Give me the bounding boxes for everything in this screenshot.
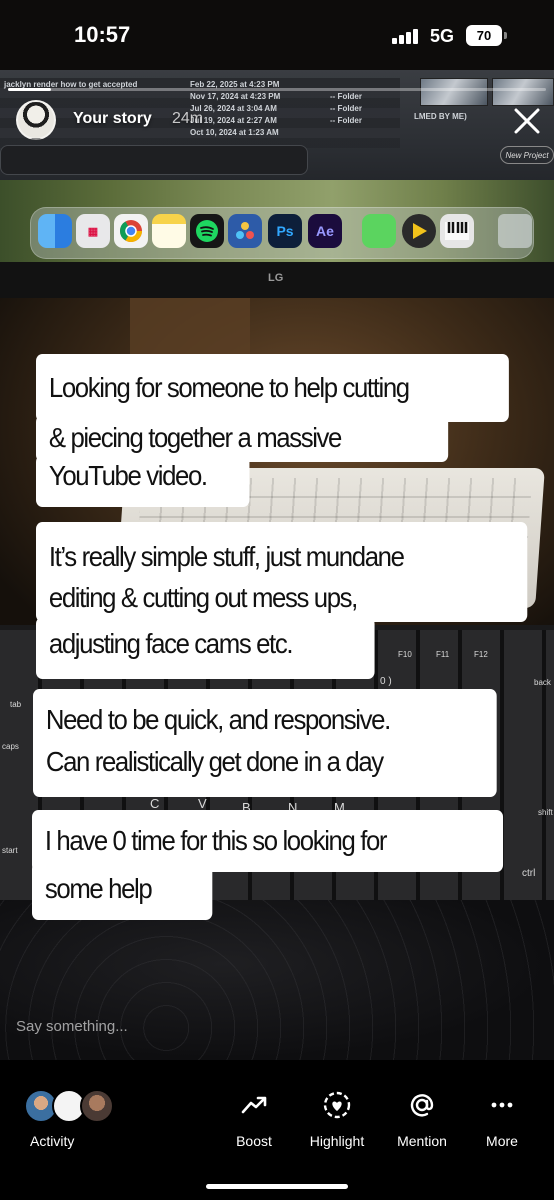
viewer-avatar[interactable] bbox=[80, 1089, 114, 1123]
mention-button[interactable]: Mention bbox=[377, 1090, 467, 1149]
caption-line: some help bbox=[44, 873, 153, 904]
key-label: C bbox=[150, 796, 160, 811]
cellular-signal-icon bbox=[392, 28, 422, 44]
status-time: 10:57 bbox=[74, 22, 131, 47]
key-label: V bbox=[198, 796, 207, 811]
key-label: tab bbox=[10, 700, 22, 709]
story-owner[interactable]: Your story bbox=[73, 110, 152, 128]
close-button[interactable] bbox=[510, 104, 544, 138]
caption-line: adjusting face cams etc. bbox=[48, 628, 294, 659]
finder-row: Oct 10, 2024 at 1:23 AM bbox=[190, 128, 279, 137]
activity-button[interactable]: Activity bbox=[30, 1133, 74, 1149]
highlight-label: Highlight bbox=[309, 1133, 365, 1149]
heart-circle-icon bbox=[323, 1091, 351, 1119]
highlight-button[interactable]: Highlight bbox=[292, 1090, 382, 1149]
key-label: start bbox=[2, 846, 18, 855]
close-icon bbox=[514, 108, 540, 134]
desk-mat-pattern bbox=[0, 900, 554, 1060]
boost-label: Boost bbox=[236, 1133, 272, 1149]
video-thumbnail bbox=[420, 78, 488, 106]
caption-line: Can realistically get done in a day bbox=[45, 746, 384, 777]
more-dots-icon bbox=[491, 1102, 513, 1108]
piano-app-icon bbox=[440, 214, 474, 248]
story-progress-bar bbox=[8, 88, 546, 91]
home-indicator[interactable] bbox=[206, 1184, 348, 1189]
caption-line: YouTube video. bbox=[48, 460, 208, 491]
story-progress-fill bbox=[8, 88, 52, 91]
video-thumbnail bbox=[492, 78, 554, 106]
cardboard-box bbox=[130, 298, 250, 358]
final-cut-app-icon bbox=[402, 214, 436, 248]
caption-line: Looking for someone to help cutting bbox=[48, 372, 410, 403]
new-project-button: New Project bbox=[500, 146, 554, 164]
network-type: 5G bbox=[430, 26, 455, 46]
finder-search-bar bbox=[0, 145, 308, 175]
battery-nub bbox=[504, 32, 507, 39]
key-label: back bbox=[534, 678, 551, 687]
caption-line: editing & cutting out mess ups, bbox=[48, 582, 358, 613]
caption-bubble: Need to be quick, and responsive. Can re… bbox=[33, 689, 497, 797]
caption-bubble: YouTube video. bbox=[36, 455, 250, 507]
story-timestamp: 24m bbox=[172, 110, 204, 127]
battery-icon: 70 bbox=[466, 25, 502, 46]
chrome-app-icon bbox=[114, 214, 148, 248]
key-label: F11 bbox=[436, 650, 450, 659]
caption-bubble: Looking for someone to help cutting bbox=[36, 354, 509, 422]
avatar[interactable] bbox=[16, 100, 56, 140]
caption-line: Need to be quick, and responsive. bbox=[45, 704, 391, 735]
caption-line: It’s really simple stuff, just mundane bbox=[48, 541, 405, 572]
mention-label: Mention bbox=[397, 1133, 447, 1149]
key-label: F10 bbox=[398, 650, 412, 659]
key-label: ctrl bbox=[522, 868, 536, 879]
spotify-app-icon bbox=[190, 214, 224, 248]
boost-button[interactable]: Boost bbox=[209, 1090, 299, 1149]
messages-app-icon bbox=[362, 214, 396, 248]
key-label: F12 bbox=[474, 650, 488, 659]
trending-up-icon bbox=[241, 1096, 267, 1114]
davinci-resolve-app-icon bbox=[228, 214, 262, 248]
caption-bubble: adjusting face cams etc. bbox=[36, 617, 375, 679]
status-bar: 10:57 5G 70 bbox=[0, 0, 554, 70]
photoshop-app-icon: Ps bbox=[268, 214, 302, 248]
key-label: shift bbox=[538, 808, 553, 817]
after-effects-app-icon: Ae bbox=[308, 214, 342, 248]
finder-app-icon bbox=[38, 214, 72, 248]
key-label: 0 ) bbox=[380, 676, 392, 687]
notes-app-icon bbox=[152, 214, 186, 248]
caption-bubble: some help bbox=[32, 862, 213, 920]
at-sign-icon bbox=[410, 1094, 434, 1117]
caption-line: I have 0 time for this so looking for bbox=[44, 825, 388, 856]
more-label: More bbox=[486, 1133, 518, 1149]
more-button[interactable]: More bbox=[457, 1090, 547, 1149]
trash-app-icon bbox=[498, 214, 532, 248]
caption-line: & piecing together a massive bbox=[48, 422, 343, 453]
launchpad-app-icon: ▦ bbox=[76, 214, 110, 248]
monitor-logo: LG bbox=[268, 272, 284, 284]
finder-kind: -- Folder bbox=[330, 104, 362, 113]
key-label: caps bbox=[2, 742, 19, 751]
thumbnail-caption: LMED BY ME) bbox=[414, 112, 467, 121]
finder-kind: -- Folder bbox=[330, 116, 362, 125]
finder-row: Nov 17, 2024 at 4:23 PM bbox=[190, 92, 281, 101]
finder-kind: -- Folder bbox=[330, 92, 362, 101]
reply-input[interactable]: Say something... bbox=[16, 1018, 128, 1035]
caption-bubble: It’s really simple stuff, just mundane e… bbox=[36, 522, 528, 622]
